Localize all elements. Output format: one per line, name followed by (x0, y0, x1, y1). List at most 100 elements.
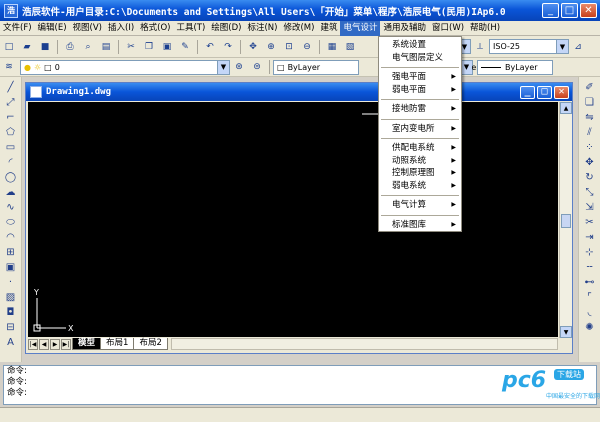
design-center-icon[interactable]: ▧ (343, 40, 357, 54)
menu-modify[interactable]: 修改(M) (280, 21, 317, 36)
region-icon[interactable]: ◘ (4, 306, 18, 319)
mirror-icon[interactable]: ⇋ (583, 111, 597, 124)
menu-item-lighting-system[interactable]: 动照系统 ▶ (379, 155, 461, 168)
menu-help[interactable]: 帮助(H) (467, 21, 503, 36)
menu-item-standard-library[interactable]: 标准图库 ▶ (379, 219, 461, 232)
menu-item-electrical-calc[interactable]: 电气计算 ▶ (379, 199, 461, 212)
point-icon[interactable]: · (4, 276, 18, 289)
print-icon[interactable]: ⎙ (63, 40, 77, 54)
dimstyle-select[interactable]: ISO-25 ▼ (489, 39, 569, 54)
menu-item-layer-definition[interactable]: 电气图层定义 (379, 52, 461, 65)
menu-draw[interactable]: 绘图(D) (208, 21, 244, 36)
match-properties-icon[interactable]: ✎ (178, 40, 192, 54)
chamfer-icon[interactable]: ⌜ (583, 291, 597, 304)
hatch-icon[interactable]: ▨ (4, 291, 18, 304)
multiline-text-icon[interactable]: A (4, 336, 18, 349)
rotate-icon[interactable]: ↻ (583, 171, 597, 184)
pan-icon[interactable]: ✥ (246, 40, 260, 54)
publish-icon[interactable]: ▤ (99, 40, 113, 54)
fillet-icon[interactable]: ◟ (583, 306, 597, 319)
new-file-icon[interactable]: □ (2, 40, 16, 54)
move-icon[interactable]: ✥ (583, 156, 597, 169)
tab-layout1[interactable]: 布局1 (100, 338, 135, 350)
menu-item-control-schematic[interactable]: 控制原理图 ▶ (379, 167, 461, 180)
layer-manager-icon[interactable]: ≋ (2, 60, 16, 74)
menu-item-power-plan[interactable]: 强电平面 ▶ (379, 71, 461, 84)
copy-icon[interactable]: ❐ (142, 40, 156, 54)
make-current-layer-icon[interactable]: ⊛ (232, 60, 246, 74)
menu-window[interactable]: 窗口(W) (429, 21, 467, 36)
print-preview-icon[interactable]: ⌕ (81, 40, 95, 54)
menu-tools[interactable]: 工具(T) (173, 21, 208, 36)
table-icon[interactable]: ⊟ (4, 321, 18, 334)
make-block-icon[interactable]: ▣ (4, 261, 18, 274)
polyline-icon[interactable]: ⌐ (4, 111, 18, 124)
menu-edit[interactable]: 编辑(E) (35, 21, 70, 36)
properties-icon[interactable]: ▦ (325, 40, 339, 54)
join-icon[interactable]: ⊷ (583, 276, 597, 289)
lineweight-select[interactable]: ByLayer (477, 59, 553, 75)
drawing-maximize-button[interactable]: □ (537, 85, 552, 99)
menu-insert[interactable]: 插入(I) (105, 21, 137, 36)
menu-architecture[interactable]: 建筑 (317, 21, 340, 36)
menu-format[interactable]: 格式(O) (137, 21, 173, 36)
break-at-point-icon[interactable]: ⊹ (583, 246, 597, 259)
drawing-close-button[interactable]: ✕ (554, 85, 569, 99)
dimension-settings-icon[interactable]: ⊿ (571, 40, 585, 54)
layer-select[interactable]: ● ☼ □ 0 ▼ (20, 59, 230, 75)
zoom-previous-icon[interactable]: ⊖ (300, 40, 314, 54)
tab-model[interactable]: 模型 (72, 338, 102, 350)
ellipse-arc-icon[interactable]: ◠ (4, 231, 18, 244)
drawing-canvas[interactable]: Y X (28, 102, 558, 338)
arc-icon[interactable]: ◜ (4, 156, 18, 169)
next-tab-icon[interactable]: ▶ (50, 338, 60, 350)
drawing-minimize-button[interactable]: _ (520, 85, 535, 99)
circle-icon[interactable]: ◯ (4, 171, 18, 184)
color-select[interactable]: □ ByLayer (273, 59, 359, 75)
menu-item-weak-current-plan[interactable]: 弱电平面 ▶ (379, 84, 461, 97)
erase-icon[interactable]: ✐ (583, 81, 597, 94)
scale-icon[interactable]: ⤡ (583, 186, 597, 199)
layer-previous-icon[interactable]: ⊜ (250, 60, 264, 74)
revision-cloud-icon[interactable]: ☁ (4, 186, 18, 199)
prev-tab-icon[interactable]: ◀ (39, 338, 49, 350)
app-icon[interactable]: 浩 (4, 3, 18, 18)
scroll-thumb[interactable] (561, 214, 571, 228)
spline-icon[interactable]: ∿ (4, 201, 18, 214)
tab-layout2[interactable]: 布局2 (133, 338, 168, 350)
menu-general-aux[interactable]: 通用及辅助 (380, 21, 429, 36)
vertical-scrollbar[interactable]: ▲ ▼ (559, 102, 572, 338)
offset-icon[interactable]: ⫽ (583, 126, 597, 139)
insert-block-icon[interactable]: ⊞ (4, 246, 18, 259)
menu-dimension[interactable]: 标注(N) (244, 21, 280, 36)
break-icon[interactable]: ╌ (583, 261, 597, 274)
redo-icon[interactable]: ↷ (221, 40, 235, 54)
dimstyle-icon[interactable]: ⟂ (473, 40, 487, 54)
extend-icon[interactable]: ⇥ (583, 231, 597, 244)
menu-item-grounding-lightning[interactable]: 接地防雷 ▶ (379, 103, 461, 116)
menu-electrical-design[interactable]: 电气设计 (340, 20, 381, 36)
polygon-icon[interactable]: ⬠ (4, 126, 18, 139)
zoom-realtime-icon[interactable]: ⊕ (264, 40, 278, 54)
menu-item-indoor-substation[interactable]: 室内变电所 ▶ (379, 123, 461, 136)
horizontal-scrollbar[interactable] (170, 338, 558, 350)
menu-item-weak-current-system[interactable]: 弱电系统 ▶ (379, 180, 461, 193)
minimize-button[interactable]: _ (542, 3, 559, 18)
construction-line-icon[interactable]: ⤢ (4, 96, 18, 109)
menu-item-system-settings[interactable]: 系统设置 (379, 39, 461, 52)
close-button[interactable]: ✕ (580, 3, 597, 18)
stretch-icon[interactable]: ⇲ (583, 201, 597, 214)
paste-icon[interactable]: ▣ (160, 40, 174, 54)
rectangle-icon[interactable]: ▭ (4, 141, 18, 154)
undo-icon[interactable]: ↶ (203, 40, 217, 54)
scroll-up-icon[interactable]: ▲ (560, 102, 572, 114)
cut-icon[interactable]: ✂ (124, 40, 138, 54)
menu-item-power-distribution[interactable]: 供配电系统 ▶ (379, 142, 461, 155)
explode-icon[interactable]: ✺ (583, 321, 597, 334)
menu-file[interactable]: 文件(F) (0, 21, 35, 36)
first-tab-icon[interactable]: |◀ (28, 338, 38, 350)
copy-object-icon[interactable]: ❏ (583, 96, 597, 109)
open-folder-icon[interactable]: ▰ (20, 40, 34, 54)
zoom-window-icon[interactable]: ⊡ (282, 40, 296, 54)
maximize-button[interactable]: □ (561, 3, 578, 18)
